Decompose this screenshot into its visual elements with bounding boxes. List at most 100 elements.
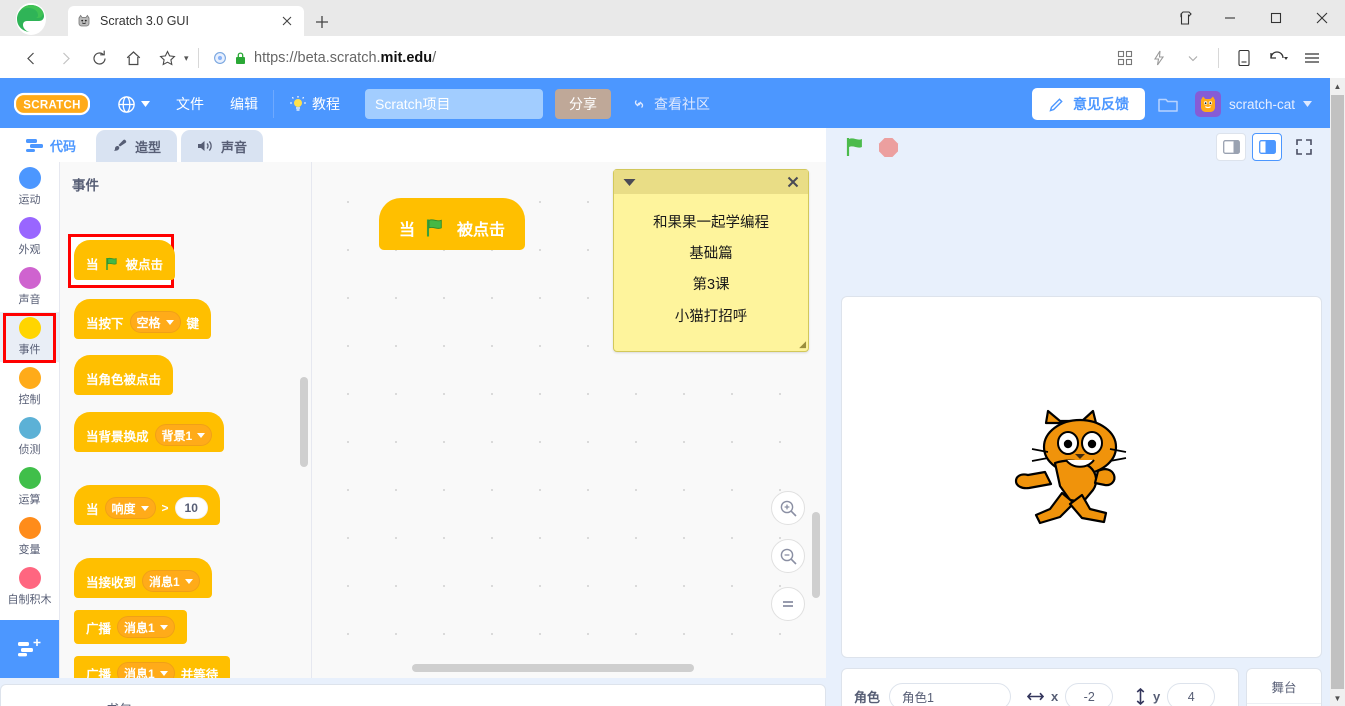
zoom-in-button[interactable] — [771, 491, 805, 525]
tab-close-icon[interactable] — [278, 12, 296, 30]
chevron-down-icon[interactable] — [1176, 41, 1210, 75]
green-flag-button[interactable] — [840, 131, 872, 163]
workspace-horizontal-scrollbar[interactable] — [412, 664, 694, 672]
page-scroll-down[interactable]: ▼ — [1330, 690, 1345, 706]
sprite-name-input[interactable]: 角色1 — [889, 683, 1012, 706]
sprite-name-row: 角色 角色1 — [854, 683, 1012, 706]
tab-costumes[interactable]: 造型 — [96, 130, 178, 162]
comment-resize-handle[interactable]: ◢ — [799, 339, 806, 350]
minimize-button[interactable] — [1207, 0, 1253, 36]
palette-block-broadcast-and-wait[interactable]: 广播 消息1 并等待 — [74, 656, 231, 678]
triangle-down-icon[interactable] — [623, 178, 636, 187]
lightning-icon[interactable] — [1142, 41, 1176, 75]
category-control[interactable]: 控制 — [0, 362, 59, 412]
language-menu[interactable] — [104, 80, 163, 128]
new-tab-button[interactable] — [310, 10, 334, 34]
green-flag-icon — [105, 256, 120, 271]
workspace-vertical-scrollbar[interactable] — [812, 512, 820, 598]
tab-code[interactable]: 代码 — [10, 128, 93, 162]
code-workspace[interactable]: 当 被点击 和果果一起学编程 基础篇 第3课 小猫打招呼 ◢ — [312, 162, 826, 678]
lock-icon — [234, 51, 247, 66]
message-dropdown[interactable]: 消息1 — [142, 570, 200, 592]
palette-block-when-backdrop-switches[interactable]: 当背景换成 背景1 — [74, 412, 225, 452]
sprite-x-input[interactable]: -2 — [1065, 683, 1114, 706]
address-bar[interactable]: https://beta.scratch.mit.edu/ — [207, 43, 1108, 73]
large-stage-button[interactable] — [1252, 133, 1282, 161]
chevron-down-icon — [140, 505, 149, 511]
script-when-flag-clicked[interactable]: 当 被点击 — [379, 198, 526, 250]
comment-close-icon[interactable] — [787, 176, 799, 188]
fullscreen-button[interactable] — [1288, 133, 1320, 161]
hamburger-menu-icon[interactable] — [1295, 41, 1329, 75]
page-scroll-up[interactable]: ▲ — [1330, 78, 1345, 94]
loudness-threshold-input[interactable]: 10 — [174, 497, 208, 519]
category-sound[interactable]: 声音 — [0, 262, 59, 312]
tutorials-menu[interactable]: 教程 — [276, 80, 353, 128]
edit-menu[interactable]: 编辑 — [217, 80, 271, 128]
back-arrow-icon[interactable] — [14, 41, 48, 75]
maximize-button[interactable] — [1253, 0, 1299, 36]
category-my-blocks[interactable]: 自制积木 — [0, 562, 59, 612]
favorite-caret-icon[interactable]: ▾ — [184, 53, 190, 64]
key-dropdown[interactable]: 空格 — [129, 311, 181, 333]
history-back-icon[interactable] — [1261, 41, 1295, 75]
stage-size-buttons — [1216, 133, 1320, 161]
backpack-panel[interactable]: 书包 — [0, 684, 826, 706]
stop-button[interactable] — [872, 131, 904, 163]
reading-view-icon[interactable] — [1227, 41, 1261, 75]
close-window-button[interactable] — [1299, 0, 1345, 36]
palette-block-when-sprite-clicked[interactable]: 当角色被点击 — [74, 355, 174, 395]
sprite-y-input[interactable]: 4 — [1167, 683, 1216, 706]
folder-icon[interactable] — [1145, 80, 1191, 128]
stage-selector-panel[interactable]: 舞台 背景 — [1246, 668, 1322, 706]
account-menu[interactable]: scratch-cat — [1191, 91, 1320, 117]
share-button[interactable]: 分享 — [555, 89, 611, 119]
page-scrollbar[interactable]: ▲ ▼ — [1330, 78, 1345, 706]
sprite-info-panel: 角色 角色1 x -2 y 4 显示 — [841, 668, 1239, 706]
backdrop-dropdown[interactable]: 背景1 — [154, 424, 213, 446]
file-menu[interactable]: 文件 — [163, 80, 217, 128]
category-motion[interactable]: 运动 — [0, 162, 59, 212]
category-events[interactable]: 事件 — [0, 312, 59, 363]
small-stage-button[interactable] — [1216, 133, 1246, 161]
browser-tab[interactable]: Scratch 3.0 GUI — [68, 6, 304, 36]
scratch-logo[interactable]: SCRATCH — [14, 91, 90, 117]
broadcast-wait-message-dropdown[interactable]: 消息1 — [117, 662, 175, 678]
stage[interactable] — [841, 296, 1322, 658]
reload-icon[interactable] — [82, 41, 116, 75]
feedback-button[interactable]: 意见反馈 — [1031, 88, 1145, 120]
home-icon[interactable] — [116, 41, 150, 75]
palette-block-when-flag-clicked[interactable]: 当 被点击 — [74, 240, 176, 280]
community-icon — [631, 96, 647, 112]
comment-body[interactable]: 和果果一起学编程 基础篇 第3课 小猫打招呼 — [614, 194, 808, 341]
site-info-icon[interactable] — [213, 51, 227, 65]
category-column: 运动 外观 声音 事件 控制 侦测 运算 变量 自制积木 — [0, 162, 60, 678]
project-name-input[interactable]: Scratch项目 — [365, 89, 543, 119]
category-sensing[interactable]: 侦测 — [0, 412, 59, 462]
block-palette[interactable]: 事件 当 被点击 当按下 空格 键 当角色被点击 当背景换成 背景1 当 响度 … — [60, 162, 312, 678]
add-extension-button[interactable] — [0, 620, 59, 678]
palette-scrollbar[interactable] — [300, 377, 308, 467]
broadcast-message-dropdown[interactable]: 消息1 — [117, 616, 175, 638]
category-variables[interactable]: 变量 — [0, 512, 59, 562]
qr-icon[interactable] — [1108, 41, 1142, 75]
chevron-down-icon — [159, 670, 168, 676]
palette-block-when-key-pressed[interactable]: 当按下 空格 键 — [74, 299, 212, 339]
loudness-dropdown[interactable]: 响度 — [104, 497, 156, 519]
category-operators[interactable]: 运算 — [0, 462, 59, 512]
zoom-out-button[interactable] — [771, 539, 805, 573]
comment-header[interactable] — [614, 170, 808, 194]
palette-block-broadcast[interactable]: 广播 消息1 — [74, 610, 187, 644]
palette-block-when-loudness-greater[interactable]: 当 响度 > 10 — [74, 485, 220, 525]
see-community-button[interactable]: 查看社区 — [621, 89, 720, 119]
tab-sounds[interactable]: 声音 — [181, 130, 264, 162]
workspace-comment[interactable]: 和果果一起学编程 基础篇 第3课 小猫打招呼 ◢ — [613, 169, 809, 352]
collections-button[interactable] — [1165, 0, 1207, 36]
x-label: x — [1051, 689, 1059, 704]
page-scroll-thumb[interactable] — [1331, 95, 1344, 689]
palette-block-when-i-receive[interactable]: 当接收到 消息1 — [74, 558, 212, 598]
scratch-cat-sprite[interactable] — [1010, 409, 1150, 529]
zoom-reset-button[interactable] — [771, 587, 805, 621]
category-looks[interactable]: 外观 — [0, 212, 59, 262]
star-icon[interactable] — [150, 41, 184, 75]
